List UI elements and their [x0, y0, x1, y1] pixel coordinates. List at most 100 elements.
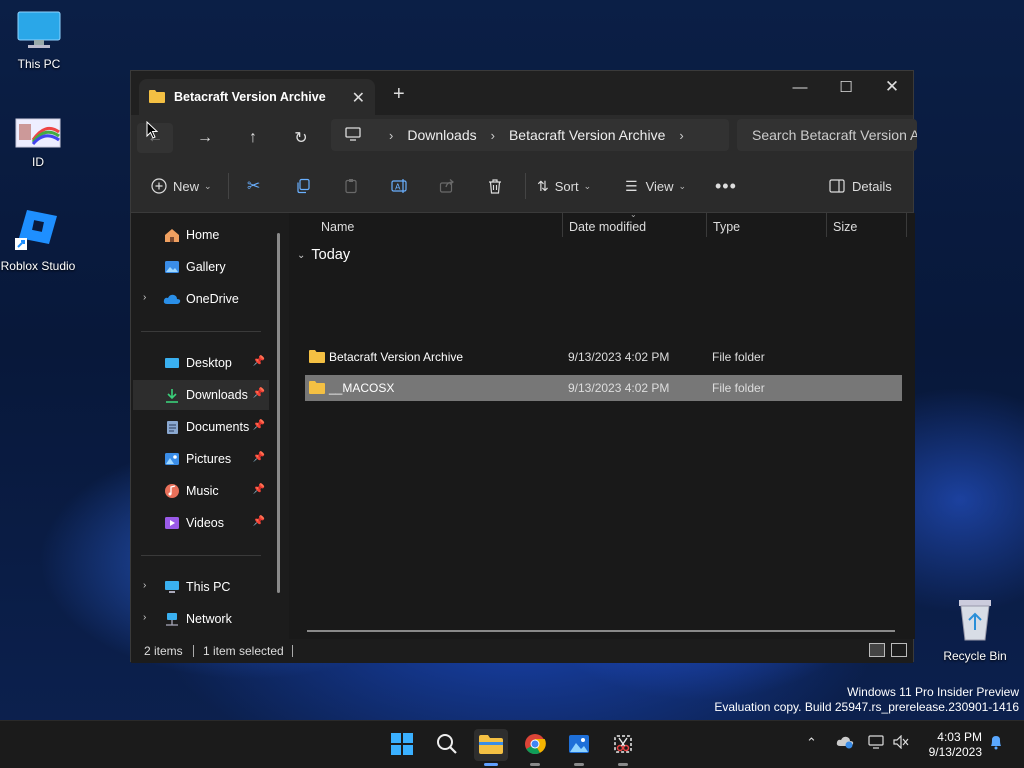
- notification-bell-icon[interactable]: [988, 734, 1004, 753]
- rename-button[interactable]: A: [391, 171, 409, 201]
- breadcrumb-downloads[interactable]: Downloads: [407, 127, 476, 143]
- column-header-name[interactable]: Name: [321, 220, 354, 234]
- sidebar-item-music[interactable]: Music 📌: [133, 476, 269, 506]
- folder-icon: [149, 89, 165, 106]
- recycle-bin-icon: [935, 596, 1015, 645]
- chevron-right-icon[interactable]: ›: [679, 128, 683, 143]
- sidebar-item-label: Downloads: [186, 388, 248, 402]
- sidebar-item-label: Gallery: [186, 260, 226, 274]
- monitor-icon: [0, 10, 79, 53]
- pin-icon[interactable]: 📌: [253, 356, 265, 367]
- view-button[interactable]: ☰ View ⌄: [625, 171, 686, 201]
- computer-icon[interactable]: [345, 126, 361, 144]
- sidebar-item-network[interactable]: › Network: [133, 604, 269, 634]
- new-button[interactable]: New ⌄: [151, 171, 212, 201]
- column-divider[interactable]: [826, 213, 827, 237]
- taskbar-snipping-tool[interactable]: [606, 729, 640, 766]
- tiles-view-icon[interactable]: [891, 643, 907, 657]
- volume-muted-icon[interactable]: [893, 734, 909, 752]
- file-list-pane: ⌄ Name Date modified Type Size ⌄ Today B…: [289, 210, 915, 639]
- search-button[interactable]: [430, 729, 464, 761]
- pin-icon[interactable]: 📌: [253, 388, 265, 399]
- column-divider[interactable]: [706, 213, 707, 237]
- details-button[interactable]: Details: [829, 171, 892, 201]
- tab-betacraft-version-archive[interactable]: Betacraft Version Archive ✕: [139, 79, 375, 115]
- sidebar-item-downloads[interactable]: Downloads 📌: [133, 380, 269, 410]
- more-options-button[interactable]: •••: [715, 171, 737, 201]
- address-bar[interactable]: › Downloads › Betacraft Version Archive …: [331, 119, 729, 151]
- system-clock[interactable]: 4:03 PM 9/13/2023: [920, 730, 982, 760]
- breadcrumb-betacraft-version-archive[interactable]: Betacraft Version Archive: [509, 127, 665, 143]
- download-icon: [163, 388, 181, 403]
- navigation-bar: ← → ↑ ↻ › Downloads › Betacraft Version …: [131, 115, 917, 159]
- paste-button[interactable]: [343, 171, 359, 201]
- pin-icon[interactable]: 📌: [253, 484, 265, 495]
- sidebar-item-documents[interactable]: Documents 📌: [133, 412, 269, 442]
- start-button[interactable]: [385, 729, 419, 761]
- column-header-size[interactable]: Size: [833, 220, 857, 234]
- sidebar-scrollbar[interactable]: [277, 233, 280, 593]
- desktop-icon-roblox-studio[interactable]: Roblox Studio: [0, 206, 78, 273]
- sidebar-item-this-pc[interactable]: › This PC: [133, 572, 269, 602]
- chevron-right-icon[interactable]: ›: [143, 580, 146, 591]
- taskbar-photos[interactable]: [562, 729, 596, 766]
- chevron-right-icon[interactable]: ›: [491, 128, 495, 143]
- desktop-icon-recycle-bin[interactable]: Recycle Bin: [935, 596, 1015, 663]
- clock-date: 9/13/2023: [928, 745, 982, 759]
- delete-button[interactable]: [487, 171, 503, 201]
- file-type: File folder: [712, 350, 765, 364]
- sidebar-item-home[interactable]: Home: [133, 220, 269, 250]
- column-header-type[interactable]: Type: [713, 220, 740, 234]
- status-bar: 2 items 1 item selected: [131, 639, 913, 663]
- close-tab-icon[interactable]: ✕: [352, 88, 365, 108]
- pin-icon[interactable]: 📌: [253, 452, 265, 463]
- file-row[interactable]: Betacraft Version Archive 9/13/2023 4:02…: [305, 344, 902, 370]
- copy-button[interactable]: [295, 171, 311, 201]
- search-input[interactable]: Search Betacraft Version Archive: [737, 119, 917, 151]
- view-button-label: View: [645, 178, 674, 194]
- chevron-right-icon[interactable]: ›: [389, 128, 393, 143]
- sort-button[interactable]: ⇅ Sort ⌄: [537, 171, 591, 201]
- file-row[interactable]: __MACOSX 9/13/2023 4:02 PM File folder: [305, 375, 902, 401]
- windows-logo-icon: [391, 732, 413, 758]
- music-icon: [163, 483, 181, 499]
- sort-button-label: Sort: [554, 178, 579, 194]
- chevron-right-icon[interactable]: ›: [143, 292, 146, 303]
- sidebar-item-label: Documents: [186, 420, 250, 434]
- sidebar-item-desktop[interactable]: Desktop 📌: [133, 348, 269, 378]
- column-header-date-modified[interactable]: Date modified: [569, 220, 646, 234]
- new-tab-button[interactable]: +: [393, 83, 405, 106]
- pin-icon[interactable]: 📌: [253, 420, 265, 431]
- minimize-button[interactable]: —: [777, 71, 823, 103]
- id-card-icon: [0, 118, 78, 151]
- desktop-icon-id[interactable]: ID: [0, 118, 78, 169]
- column-divider[interactable]: [562, 213, 563, 237]
- sidebar-item-onedrive[interactable]: › OneDrive: [133, 284, 269, 314]
- group-header-today[interactable]: ⌄ Today: [297, 247, 350, 263]
- taskbar-chrome[interactable]: [518, 729, 552, 766]
- sidebar-item-pictures[interactable]: Pictures 📌: [133, 444, 269, 474]
- desktop-icon-label: Roblox Studio: [0, 259, 76, 273]
- view-list-icon: ☰: [625, 177, 638, 194]
- forward-button[interactable]: →: [187, 123, 223, 153]
- column-divider[interactable]: [906, 213, 907, 237]
- details-view-icon[interactable]: [869, 643, 885, 657]
- desktop-icon-this-pc[interactable]: This PC: [0, 10, 79, 71]
- network-icon: [163, 612, 181, 627]
- up-button[interactable]: ↑: [235, 123, 271, 153]
- cut-button[interactable]: ✂: [247, 171, 260, 201]
- chevron-right-icon[interactable]: ›: [143, 612, 146, 623]
- show-hidden-icons-chevron-up-icon[interactable]: ⌃: [806, 735, 817, 751]
- desktop-icon-label: This PC: [17, 57, 61, 71]
- network-status-icon[interactable]: [868, 735, 884, 752]
- taskbar-file-explorer[interactable]: [474, 729, 508, 766]
- maximize-button[interactable]: ☐: [823, 71, 869, 103]
- onedrive-tray-icon[interactable]: [836, 735, 854, 752]
- pin-icon[interactable]: 📌: [253, 516, 265, 527]
- sidebar-item-videos[interactable]: Videos 📌: [133, 508, 269, 538]
- refresh-button[interactable]: ↻: [283, 123, 319, 153]
- share-button[interactable]: [439, 171, 455, 201]
- sidebar-item-gallery[interactable]: Gallery: [133, 252, 269, 282]
- close-button[interactable]: ✕: [869, 71, 915, 103]
- horizontal-scrollbar[interactable]: [307, 630, 895, 632]
